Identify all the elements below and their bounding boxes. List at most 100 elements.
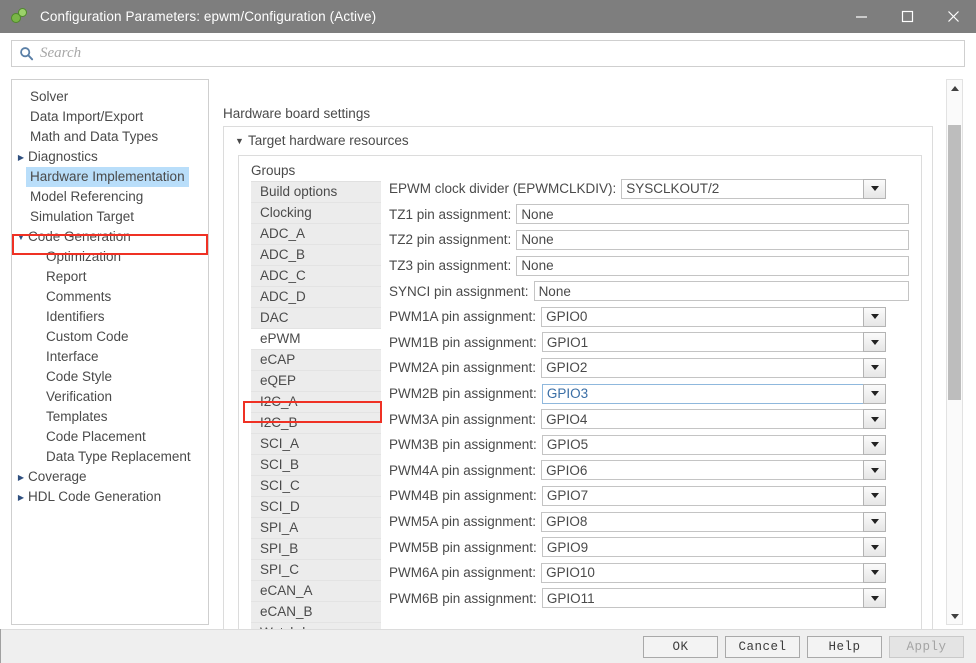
group-item-i2c-a[interactable]: I2C_A — [251, 392, 381, 413]
tree-item-code-placement[interactable]: Code Placement — [12, 427, 208, 447]
tree-item-data-import-export[interactable]: Data Import/Export — [12, 107, 208, 127]
group-item-adc-d[interactable]: ADC_D — [251, 287, 381, 308]
tree-item-diagnostics[interactable]: ▶ Diagnostics — [12, 147, 208, 167]
group-item-ecap[interactable]: eCAP — [251, 350, 381, 371]
group-item-dac[interactable]: DAC — [251, 308, 381, 329]
tree-item-custom-code[interactable]: Custom Code — [12, 327, 208, 347]
tree-item-identifiers[interactable]: Identifiers — [12, 307, 208, 327]
group-item-sci-a[interactable]: SCI_A — [251, 434, 381, 455]
chevron-down-icon[interactable] — [863, 409, 886, 430]
group-item-adc-c[interactable]: ADC_C — [251, 266, 381, 287]
chevron-down-icon[interactable] — [863, 511, 886, 532]
textfield-tz1-pin-assignment[interactable]: None — [516, 204, 909, 225]
chevron-down-icon[interactable] — [863, 357, 886, 378]
tree-item-templates[interactable]: Templates — [12, 407, 208, 427]
textfield-synci-pin-assignment[interactable]: None — [533, 281, 909, 302]
group-item-ecan-b[interactable]: eCAN_B — [251, 602, 381, 623]
dropdown-pwm6a-pin-assignment[interactable]: GPIO10 — [541, 562, 886, 583]
search-input[interactable]: Search — [11, 40, 965, 67]
dropdown-pwm2a-pin-assignment[interactable]: GPIO2 — [541, 357, 886, 378]
chevron-down-icon[interactable] — [863, 485, 886, 506]
dropdown-pwm3b-pin-assignment[interactable]: GPIO5 — [541, 434, 886, 455]
chevron-down-icon[interactable] — [863, 178, 886, 199]
tree-item-optimization[interactable]: Optimization — [12, 247, 208, 267]
cancel-button[interactable]: Cancel — [725, 636, 800, 658]
target-hardware-resources-header[interactable]: ▼ Target hardware resources — [235, 133, 409, 148]
chevron-right-icon[interactable]: ▶ — [14, 488, 28, 508]
group-item-sci-c[interactable]: SCI_C — [251, 476, 381, 497]
tree-item-comments[interactable]: Comments — [12, 287, 208, 307]
dropdown-pwm1a-pin-assignment[interactable]: GPIO0 — [541, 306, 886, 327]
chevron-down-icon[interactable] — [863, 434, 886, 455]
group-item-spi-a[interactable]: SPI_A — [251, 518, 381, 539]
vertical-scrollbar[interactable] — [946, 79, 963, 625]
group-item-ecan-a[interactable]: eCAN_A — [251, 581, 381, 602]
chevron-right-icon[interactable]: ▶ — [14, 468, 28, 488]
group-item-eqep[interactable]: eQEP — [251, 371, 381, 392]
dropdown-pwm3a-pin-assignment[interactable]: GPIO4 — [541, 409, 886, 430]
group-item-adc-a[interactable]: ADC_A — [251, 224, 381, 245]
tree-item-interface[interactable]: Interface — [12, 347, 208, 367]
tree-item-label: Model Referencing — [30, 189, 144, 204]
ok-button[interactable]: OK — [643, 636, 718, 658]
textfield-tz2-pin-assignment[interactable]: None — [516, 229, 909, 250]
tree-item-label: Verification — [46, 389, 113, 404]
chevron-down-icon[interactable] — [863, 460, 886, 481]
dropdown-pwm4a-pin-assignment[interactable]: GPIO6 — [541, 460, 886, 481]
group-item-sci-d[interactable]: SCI_D — [251, 497, 381, 518]
group-item-epwm[interactable]: ePWM — [251, 329, 381, 350]
minimize-icon[interactable] — [838, 0, 884, 33]
tree-item-math-and-data-types[interactable]: Math and Data Types — [12, 127, 208, 147]
textfield-tz3-pin-assignment[interactable]: None — [516, 255, 909, 276]
close-icon[interactable] — [930, 0, 976, 33]
tree-item-label: Code Placement — [46, 429, 146, 444]
group-item-spi-b[interactable]: SPI_B — [251, 539, 381, 560]
group-item-i2c-b[interactable]: I2C_B — [251, 413, 381, 434]
group-item-spi-c[interactable]: SPI_C — [251, 560, 381, 581]
chevron-down-icon[interactable] — [863, 562, 886, 583]
chevron-down-icon[interactable] — [863, 332, 886, 353]
chevron-down-icon[interactable] — [863, 383, 886, 404]
scrollbar-thumb[interactable] — [948, 125, 961, 400]
dropdown-pwm6b-pin-assignment[interactable]: GPIO11 — [541, 588, 886, 609]
chevron-down-icon[interactable]: ▼ — [14, 228, 28, 248]
tree-item-data-type-replacement[interactable]: Data Type Replacement — [12, 447, 208, 467]
help-button[interactable]: Help — [807, 636, 882, 658]
tree-item-label: Data Import/Export — [30, 109, 144, 124]
chevron-down-icon[interactable] — [863, 306, 886, 327]
scroll-up-icon[interactable] — [947, 80, 962, 96]
group-item-clocking[interactable]: Clocking — [251, 203, 381, 224]
dropdown-pwm4b-pin-assignment[interactable]: GPIO7 — [541, 485, 886, 506]
chevron-down-icon[interactable] — [863, 537, 886, 558]
field-row-pwm1b-pin-assignment: PWM1B pin assignment: GPIO1 — [389, 330, 909, 356]
field-label: SYNCI pin assignment: — [389, 283, 529, 299]
dropdown-pwm2b-pin-assignment[interactable]: GPIO3 — [541, 383, 886, 404]
chevron-down-icon[interactable] — [863, 588, 886, 609]
groups-list[interactable]: Build options Clocking ADC_A ADC_B ADC_C ADC_… — [251, 181, 381, 629]
tree-item-code-style[interactable]: Code Style — [12, 367, 208, 387]
footer-button-row: OK Cancel Help Apply — [643, 636, 964, 658]
field-row-pwm3b-pin-assignment: PWM3B pin assignment: GPIO5 — [389, 432, 909, 458]
maximize-icon[interactable] — [884, 0, 930, 33]
tree-item-hdl-code-generation[interactable]: ▶ HDL Code Generation — [12, 487, 208, 507]
tree-item-verification[interactable]: Verification — [12, 387, 208, 407]
tree-item-code-generation[interactable]: ▼ Code Generation — [12, 227, 208, 247]
chevron-right-icon[interactable]: ▶ — [14, 148, 28, 168]
tree-item-coverage[interactable]: ▶ Coverage — [12, 467, 208, 487]
dropdown-pwm5a-pin-assignment[interactable]: GPIO8 — [541, 511, 886, 532]
tree-item-report[interactable]: Report — [12, 267, 208, 287]
dropdown-epwm-clock-divider-epwmclkdiv[interactable]: SYSCLKOUT/2 — [621, 178, 886, 199]
tree-item-model-referencing[interactable]: Model Referencing — [12, 187, 208, 207]
chevron-down-icon[interactable]: ▼ — [235, 136, 248, 146]
group-item-build-options[interactable]: Build options — [251, 182, 381, 203]
tree-item-hardware-implementation[interactable]: Hardware Implementation — [12, 167, 208, 187]
field-row-pwm6b-pin-assignment: PWM6B pin assignment: GPIO11 — [389, 586, 909, 612]
scroll-down-icon[interactable] — [947, 608, 962, 624]
dropdown-pwm1b-pin-assignment[interactable]: GPIO1 — [541, 332, 886, 353]
tree-item-simulation-target[interactable]: Simulation Target — [12, 207, 208, 227]
group-item-adc-b[interactable]: ADC_B — [251, 245, 381, 266]
tree-item-solver[interactable]: Solver — [12, 87, 208, 107]
group-item-sci-b[interactable]: SCI_B — [251, 455, 381, 476]
field-value: SYSCLKOUT/2 — [626, 181, 720, 197]
dropdown-pwm5b-pin-assignment[interactable]: GPIO9 — [541, 537, 886, 558]
